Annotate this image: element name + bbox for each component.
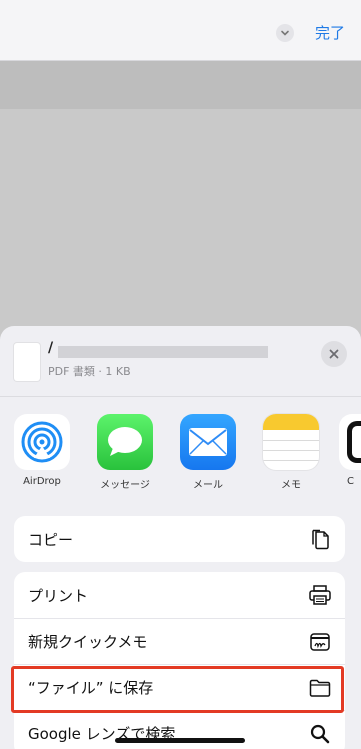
- app-label: メール: [193, 480, 223, 491]
- action-group-main: プリント 新規クイックメモ “ファイル” に保存 Google レンズで検索: [14, 572, 345, 749]
- app-label-partial: C: [347, 476, 354, 487]
- app-row: AirDrop メッセージ メール メモ C: [0, 414, 361, 504]
- file-meta: PDF 書類 · 1 KB: [48, 365, 131, 378]
- action-google-lens[interactable]: Google レンズで検索: [14, 710, 345, 749]
- home-indicator: [115, 738, 245, 743]
- action-label: コピー: [28, 530, 74, 549]
- app-more-partial[interactable]: C: [339, 414, 361, 487]
- file-thumbnail: [14, 343, 40, 381]
- action-copy[interactable]: コピー: [14, 516, 345, 562]
- top-bar: 完了: [0, 0, 361, 61]
- file-header: / PDF 書類 · 1 KB: [0, 326, 361, 402]
- close-button[interactable]: [321, 341, 347, 367]
- action-print[interactable]: プリント: [14, 572, 345, 618]
- chevron-down-button[interactable]: [276, 24, 294, 42]
- action-save-to-files[interactable]: “ファイル” に保存: [14, 664, 345, 710]
- app-messages[interactable]: メッセージ: [90, 414, 160, 491]
- file-name: /: [48, 340, 54, 356]
- printer-icon: [309, 584, 331, 606]
- document-preview: [0, 109, 361, 349]
- copy-icon: [309, 528, 331, 550]
- app-label: メモ: [281, 480, 301, 491]
- search-icon: [309, 723, 331, 745]
- notes-icon: [263, 414, 319, 470]
- close-icon: [329, 349, 339, 359]
- mail-icon: [180, 414, 236, 470]
- app-partial-icon: [339, 414, 361, 470]
- action-label: 新規クイックメモ: [28, 633, 148, 651]
- app-airdrop[interactable]: AirDrop: [7, 414, 77, 487]
- action-label: “ファイル” に保存: [28, 679, 154, 697]
- messages-icon: [97, 414, 153, 470]
- action-label: プリント: [28, 586, 89, 605]
- action-quick-note[interactable]: 新規クイックメモ: [14, 618, 345, 664]
- quick-note-icon: [309, 631, 331, 653]
- action-group-copy: コピー: [14, 516, 345, 562]
- app-mail[interactable]: メール: [173, 414, 243, 491]
- divider: [0, 396, 361, 397]
- airdrop-icon: [14, 414, 70, 470]
- chevron-down-icon: [281, 30, 289, 36]
- done-button[interactable]: 完了: [315, 22, 345, 43]
- folder-icon: [309, 677, 331, 699]
- background-strip: [0, 61, 361, 109]
- app-notes[interactable]: メモ: [256, 414, 326, 491]
- app-label: メッセージ: [100, 480, 150, 491]
- file-name-redacted: [58, 346, 268, 358]
- share-sheet: / PDF 書類 · 1 KB AirDrop メッセージ メール メモ C コ…: [0, 326, 361, 749]
- app-label: AirDrop: [23, 476, 61, 487]
